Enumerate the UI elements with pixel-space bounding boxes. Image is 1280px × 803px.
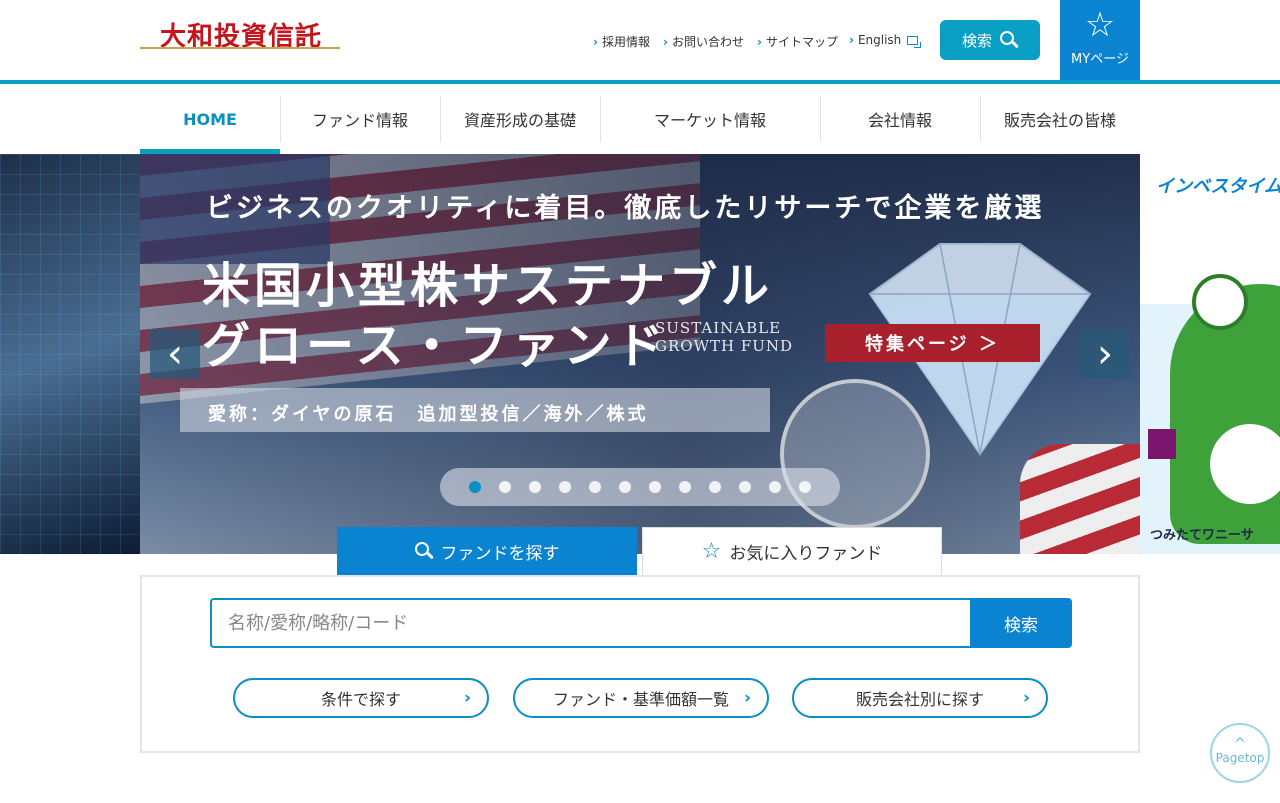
chevron-up-icon: ^ — [1234, 736, 1246, 752]
pill-label: 販売会社別に探す — [855, 690, 984, 709]
util-link-label: 採用情報 — [601, 35, 650, 49]
feature-page-button[interactable]: 特集ページ ＞ — [825, 324, 1040, 362]
util-link-english[interactable]: › English — [849, 33, 922, 48]
global-nav: HOME ファンド情報 資産形成の基礎 マーケット情報 会社情報 販売会社の皆様 — [140, 84, 1140, 154]
header-search-button[interactable]: 検索 — [940, 20, 1040, 60]
external-window-icon — [907, 35, 922, 48]
nav-item-label: HOME — [183, 109, 237, 129]
util-link-sitemap[interactable]: › サイトマップ — [757, 33, 838, 50]
mascot-belly — [1210, 424, 1280, 504]
nav-item-label: 会社情報 — [867, 111, 932, 130]
carousel-dot[interactable] — [589, 481, 601, 493]
util-link-recruit[interactable]: › 採用情報 — [593, 33, 650, 50]
slide-right-caption: つみたてワニーサ — [1150, 528, 1254, 543]
search-by-distributor-button[interactable]: 販売会社別に探す › — [792, 678, 1048, 718]
util-link-contact[interactable]: › お問い合わせ — [663, 33, 744, 50]
search-icon — [414, 542, 434, 560]
chevron-right-icon: › — [1097, 331, 1113, 377]
slide-preview-right[interactable]: インベスタイム つみたてワニーサ — [1140, 154, 1280, 554]
slide-title: グロース・ファンド — [202, 318, 668, 374]
chevron-right-icon: › — [663, 34, 668, 49]
nav-item-distributors[interactable]: 販売会社の皆様 — [980, 84, 1140, 154]
chevron-right-icon: › — [1022, 688, 1030, 708]
nav-item-fund-info[interactable]: ファンド情報 — [280, 84, 440, 154]
fund-search-panel: 検索 条件で探す › ファンド・基準価額一覧 › 販売会社別に探す › — [140, 575, 1140, 753]
carousel-dot[interactable] — [769, 481, 781, 493]
page: 大和投資信託 › 採用情報 › お問い合わせ › サイトマップ › Englis… — [0, 0, 1280, 803]
mypage-button[interactable]: ☆ MYページ — [1060, 0, 1140, 80]
mascot-eye — [1192, 274, 1248, 330]
carousel-pagination — [440, 468, 840, 506]
util-link-label: English — [857, 33, 902, 47]
hero-carousel: ビジネスのクオリティに着目。徹底したリサーチで企業を厳選 米国小型株サステナブル… — [0, 154, 1280, 554]
tab-label: お気に入りファンド — [729, 544, 883, 564]
pagetop-label: Pagetop — [1215, 751, 1265, 765]
slide-english-title: SUSTAINABLE GROWTH FUND — [655, 319, 793, 355]
header-search-label: 検索 — [961, 31, 992, 50]
flag-graphic — [1020, 444, 1140, 554]
chevron-right-icon: › — [593, 34, 598, 49]
mypage-label: MYページ — [1071, 52, 1129, 67]
chevron-right-icon: › — [757, 34, 762, 49]
nav-item-label: マーケット情報 — [653, 111, 766, 130]
pill-label: ファンド・基準価額一覧 — [552, 690, 729, 709]
slide-subtitle: 愛称：ダイヤの原石 追加型投信／海外／株式 — [208, 404, 649, 425]
carousel-dot[interactable] — [529, 481, 541, 493]
carousel-dot[interactable] — [739, 481, 751, 493]
chevron-right-icon: › — [849, 33, 854, 47]
fund-search-input[interactable] — [210, 598, 970, 648]
carousel-dot[interactable] — [619, 481, 631, 493]
tab-fund-search[interactable]: ファンドを探す — [337, 527, 637, 575]
slide-preview-left[interactable] — [0, 154, 140, 554]
carousel-dot[interactable] — [469, 481, 481, 493]
util-link-label: お問い合わせ — [671, 35, 744, 49]
tab-label: ファンドを探す — [440, 543, 560, 564]
fund-price-list-button[interactable]: ファンド・基準価額一覧 › — [513, 678, 769, 718]
carousel-dot[interactable] — [799, 481, 811, 493]
carousel-dot[interactable] — [499, 481, 511, 493]
header: 大和投資信託 › 採用情報 › お問い合わせ › サイトマップ › Englis… — [0, 0, 1280, 84]
tab-favorite-funds[interactable]: ☆ お気に入りファンド — [642, 527, 942, 575]
carousel-dot[interactable] — [679, 481, 691, 493]
star-icon: ☆ — [1084, 5, 1116, 45]
logo[interactable]: 大和投資信託 — [140, 14, 340, 52]
util-link-label: サイトマップ — [765, 35, 838, 49]
star-icon: ☆ — [701, 539, 722, 564]
nav-item-label: 資産形成の基礎 — [463, 111, 576, 130]
pagetop-button[interactable]: ^ Pagetop — [1210, 723, 1270, 783]
nav-item-company-info[interactable]: 会社情報 — [820, 84, 980, 154]
slide-english-line: SUSTAINABLE — [655, 319, 782, 337]
chevron-right-icon: › — [743, 688, 751, 708]
pill-label: 条件で探す — [320, 690, 401, 709]
nav-item-label: ファンド情報 — [311, 111, 408, 130]
card-image — [1148, 429, 1176, 459]
slide-catchphrase: ビジネスのクオリティに着目。徹底したリサーチで企業を厳選 — [206, 193, 1045, 224]
nav-item-home[interactable]: HOME — [140, 84, 280, 154]
nav-item-label: 販売会社の皆様 — [1003, 111, 1116, 130]
carousel-next-button[interactable]: › — [1080, 329, 1130, 379]
carousel-prev-button[interactable]: ‹ — [150, 329, 200, 379]
nav-item-asset-basics[interactable]: 資産形成の基礎 — [440, 84, 600, 154]
chevron-left-icon: ‹ — [167, 331, 183, 377]
carousel-dot[interactable] — [559, 481, 571, 493]
nav-item-market-info[interactable]: マーケット情報 — [600, 84, 820, 154]
logo-underline — [140, 47, 340, 49]
magnifier-image — [780, 379, 930, 529]
carousel-dot[interactable] — [649, 481, 661, 493]
chevron-right-icon: › — [463, 688, 471, 708]
slide-english-line: GROWTH FUND — [655, 337, 794, 355]
search-by-conditions-button[interactable]: 条件で探す › — [233, 678, 489, 718]
fund-search-submit-button[interactable]: 検索 — [970, 598, 1072, 648]
search-icon — [1000, 31, 1019, 49]
carousel-dot[interactable] — [709, 481, 721, 493]
slide-right-brand: インベスタイム — [1156, 176, 1280, 197]
